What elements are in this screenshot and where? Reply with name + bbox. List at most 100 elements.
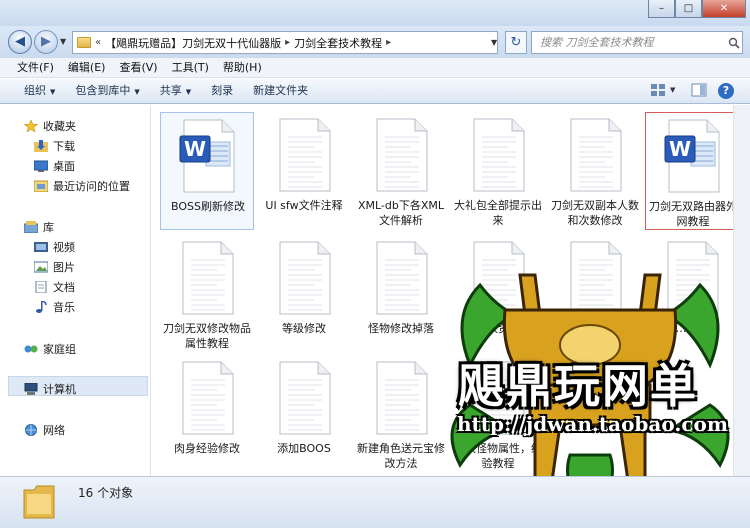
recent-pages-dropdown[interactable]: ▼: [60, 37, 66, 46]
nav-videos[interactable]: 视频: [34, 239, 75, 255]
breadcrumb-item[interactable]: 刀剑全套技术教程: [294, 35, 382, 51]
file-item[interactable]: 肉身经验修改: [160, 355, 254, 473]
nav-recent[interactable]: 最近访问的位置: [34, 178, 130, 194]
menu-file[interactable]: 文件(F): [10, 58, 61, 77]
file-name: 刀剑无双修改物品属性教程: [163, 322, 251, 350]
file-item[interactable]: W BOSS刷新修改: [160, 112, 254, 230]
burn-button[interactable]: 刻录: [201, 79, 243, 103]
view-grid-icon: [651, 84, 665, 96]
chevron-down-icon: ▼: [134, 88, 140, 96]
file-item[interactable]: 刀剑无双修改物品属性教程: [160, 235, 254, 353]
new-folder-button[interactable]: 新建文件夹: [243, 79, 318, 103]
nav-label: 家庭组: [43, 343, 76, 356]
text-document-icon: [376, 241, 428, 315]
close-button[interactable]: ✕: [702, 0, 746, 18]
file-item[interactable]: 怪物修改掉落: [354, 235, 448, 353]
share-label: 共享: [159, 84, 182, 97]
nav-label: 视频: [53, 241, 75, 254]
organize-label: 组织: [24, 84, 46, 97]
file-name: 等级修改: [282, 322, 326, 335]
menu-bar: 文件(F) 编辑(E) 查看(V) 工具(T) 帮助(H): [0, 58, 750, 78]
menu-edit[interactable]: 编辑(E): [61, 58, 113, 77]
nav-music[interactable]: 音乐: [34, 299, 75, 315]
address-dropdown[interactable]: ▼: [491, 38, 497, 47]
file-item[interactable]: 大礼包全部提示出来: [451, 112, 545, 230]
nav-favorites[interactable]: 收藏夹: [24, 118, 76, 134]
include-library-label: 包含到库中: [75, 84, 131, 97]
nav-homegroup[interactable]: 家庭组: [24, 341, 76, 357]
organize-button[interactable]: 组织 ▼: [14, 79, 65, 103]
file-name: 刀剑无双副本人数和次数修改: [551, 199, 639, 227]
svg-text:W: W: [184, 137, 206, 161]
watermark-title: 飓鼎玩网单: [458, 359, 698, 413]
preview-pane-button[interactable]: [691, 83, 707, 97]
nav-computer[interactable]: 计算机: [24, 381, 76, 397]
word-document-icon: W: [179, 119, 235, 193]
nav-label: 图片: [53, 261, 75, 274]
text-document-icon: [279, 241, 331, 315]
file-name: XML-db下各XML文件解析: [357, 199, 445, 227]
desktop-icon: [34, 160, 48, 172]
folder-icon: [77, 37, 91, 48]
network-icon: [25, 424, 37, 436]
address-bar[interactable]: « 【飓鼎玩赠品】刀剑无双十代仙器版 ▸ 刀剑全套技术教程 ▸: [72, 31, 498, 54]
back-arrow-icon: ◀: [15, 34, 25, 49]
nav-desktop[interactable]: 桌面: [34, 158, 75, 174]
nav-network[interactable]: 网络: [24, 422, 65, 438]
include-library-button[interactable]: 包含到库中 ▼: [65, 79, 149, 103]
file-name: 新建角色送元宝修改方法: [357, 442, 445, 470]
nav-label: 下载: [53, 140, 75, 153]
nav-label: 网络: [43, 424, 65, 437]
back-button[interactable]: ◀: [8, 30, 32, 54]
nav-documents[interactable]: 文档: [34, 279, 75, 295]
maximize-button[interactable]: □: [675, 0, 702, 18]
chevron-down-icon: ▼: [670, 86, 676, 94]
file-name: 刀剑无双路由器外网教程: [649, 200, 737, 228]
text-document-icon: [570, 118, 622, 192]
homegroup-icon: [24, 345, 38, 353]
search-icon: [728, 37, 740, 49]
breadcrumb-overflow[interactable]: «: [95, 37, 101, 48]
refresh-icon: ↻: [510, 35, 522, 50]
refresh-button[interactable]: ↻: [505, 31, 527, 54]
chevron-down-icon: ▼: [185, 88, 192, 96]
nav-label: 音乐: [53, 301, 75, 314]
nav-libraries[interactable]: 库: [24, 219, 54, 235]
nav-pictures[interactable]: 图片: [34, 259, 75, 275]
file-item[interactable]: 刀剑无双副本人数和次数修改: [548, 112, 642, 230]
forward-arrow-icon: ▶: [41, 34, 51, 49]
file-item[interactable]: 新建角色送元宝修改方法: [354, 355, 448, 473]
nav-downloads[interactable]: 下载: [34, 138, 75, 154]
search-input[interactable]: 搜索 刀剑全套技术教程: [531, 31, 743, 54]
share-button[interactable]: 共享 ▼: [150, 79, 201, 103]
file-name: 怪物修改掉落: [368, 322, 434, 335]
menu-view[interactable]: 查看(V): [112, 58, 164, 77]
nav-label: 最近访问的位置: [53, 180, 130, 193]
nav-label: 收藏夹: [43, 120, 76, 133]
menu-tools[interactable]: 工具(T): [165, 58, 216, 77]
details-pane: 16 个对象: [0, 476, 750, 528]
word-document-icon: W: [664, 119, 720, 193]
file-item[interactable]: 等级修改: [257, 235, 351, 353]
file-item[interactable]: 添加BOOS: [257, 355, 351, 473]
breadcrumb-separator[interactable]: ▸: [386, 37, 391, 48]
svg-text:W: W: [669, 137, 691, 161]
view-options-button[interactable]: ▼: [650, 83, 675, 97]
breadcrumb-item[interactable]: 【飓鼎玩赠品】刀剑无双十代仙器版: [105, 35, 281, 51]
menu-help[interactable]: 帮助(H): [216, 58, 269, 77]
folder-icon: [23, 485, 55, 519]
download-folder-icon: [34, 140, 48, 152]
file-name: 大礼包全部提示出来: [454, 199, 542, 227]
help-icon: ?: [718, 83, 734, 99]
minimize-button[interactable]: –: [648, 0, 675, 18]
file-item[interactable]: UI sfw文件注释: [257, 112, 351, 230]
chevron-down-icon: ▼: [50, 88, 56, 96]
breadcrumb-separator[interactable]: ▸: [285, 37, 290, 48]
text-document-icon: [376, 118, 428, 192]
help-button[interactable]: ?: [718, 83, 734, 99]
file-item[interactable]: XML-db下各XML文件解析: [354, 112, 448, 230]
forward-button[interactable]: ▶: [34, 30, 58, 54]
text-document-icon: [376, 361, 428, 435]
library-icon: [24, 221, 38, 233]
file-item[interactable]: W 刀剑无双路由器外网教程: [645, 112, 739, 230]
